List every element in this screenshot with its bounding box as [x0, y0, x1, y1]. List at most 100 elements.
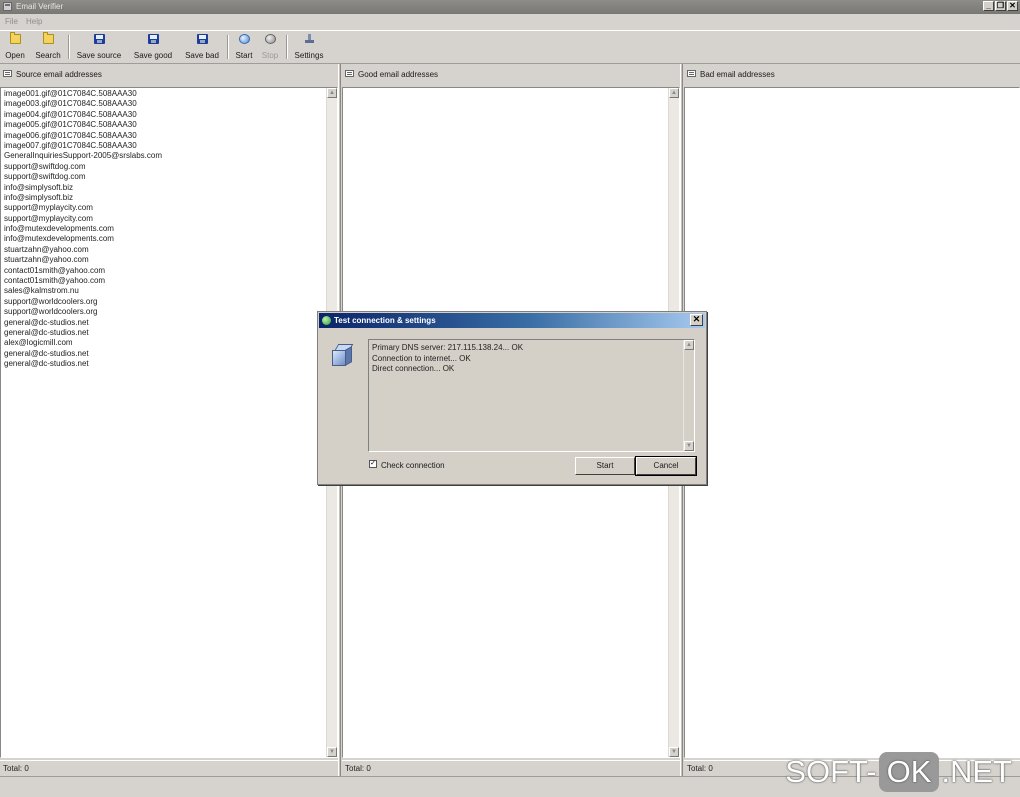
save-good-label: Save good [133, 51, 173, 60]
open-label: Open [5, 51, 25, 60]
window-title: Email Verifier [16, 2, 64, 11]
save-disk-icon [147, 34, 159, 44]
source-email-item[interactable]: GeneralInquiriesSupport-2005@srslabs.com [4, 151, 337, 161]
source-email-item[interactable]: support@worldcoolers.org [4, 307, 337, 317]
scroll-down-arrow-icon[interactable]: ▼ [684, 441, 694, 451]
dialog-cancel-button[interactable]: Cancel [635, 456, 697, 476]
good-status: Total: 0 [342, 760, 680, 776]
scroll-up-arrow-icon[interactable]: ▲ [669, 88, 679, 98]
dialog-close-button[interactable]: ✕ [690, 314, 703, 326]
source-email-item[interactable]: general@dc-studios.net [4, 318, 337, 328]
bad-panel-header: Bad email addresses [684, 64, 1020, 84]
minimize-button[interactable]: _ [983, 1, 994, 11]
stop-label: Stop [261, 51, 279, 60]
source-email-item[interactable]: stuartzahn@yahoo.com [4, 255, 337, 265]
source-email-item[interactable]: info@simplysoft.biz [4, 183, 337, 193]
source-email-item[interactable]: support@myplaycity.com [4, 203, 337, 213]
scroll-up-arrow-icon[interactable]: ▲ [327, 88, 337, 98]
source-email-item[interactable]: support@worldcoolers.org [4, 297, 337, 307]
close-button[interactable]: ✕ [1007, 1, 1018, 11]
settings-icon [304, 34, 315, 44]
source-panel-title: Source email addresses [16, 70, 102, 79]
toolbar-separator [227, 35, 229, 59]
source-total: Total: 0 [3, 764, 29, 773]
source-email-item[interactable]: support@swiftdog.com [4, 162, 337, 172]
stop-button[interactable]: Stop [259, 34, 281, 61]
start-button[interactable]: Start [232, 34, 256, 61]
dialog-app-icon [322, 316, 331, 325]
source-email-item[interactable]: alex@logicmill.com [4, 338, 337, 348]
bad-total: Total: 0 [687, 764, 713, 773]
source-email-item[interactable]: general@dc-studios.net [4, 328, 337, 338]
log-scrollbar[interactable]: ▲ ▼ [683, 340, 694, 451]
toolbar-separator [286, 35, 288, 59]
start-icon [238, 34, 250, 44]
check-connection-checkbox[interactable]: ✓ [369, 460, 377, 468]
bad-email-list[interactable] [684, 87, 1020, 758]
menu-file[interactable]: File [5, 17, 18, 26]
list-icon [345, 70, 354, 77]
source-email-item[interactable]: image004.gif@01C7084C.508AAA30 [4, 110, 337, 120]
log-line: Primary DNS server: 217.115.138.24... OK [372, 343, 524, 352]
menu-bar: File Help [0, 15, 1020, 28]
good-email-items [343, 88, 679, 89]
good-panel-title: Good email addresses [358, 70, 439, 79]
folder-open-icon [9, 32, 21, 44]
source-email-item[interactable]: info@mutexdevelopments.com [4, 224, 337, 234]
settings-button[interactable]: Settings [291, 34, 327, 61]
cube-icon [330, 342, 354, 368]
check-connection-label[interactable]: Check connection [381, 461, 445, 470]
source-email-item[interactable]: image001.gif@01C7084C.508AAA30 [4, 89, 337, 99]
scroll-down-arrow-icon[interactable]: ▼ [669, 747, 679, 757]
save-bad-button[interactable]: Save bad [182, 34, 222, 61]
dialog-title-bar[interactable]: Test connection & settings ✕ [319, 313, 705, 328]
save-source-label: Save source [76, 51, 122, 60]
good-panel-header: Good email addresses [342, 64, 680, 84]
list-icon [3, 70, 12, 77]
test-connection-dialog: Test connection & settings ✕ Primary DNS… [317, 311, 707, 485]
source-email-item[interactable]: contact01smith@yahoo.com [4, 266, 337, 276]
source-email-item[interactable]: support@swiftdog.com [4, 172, 337, 182]
list-icon [687, 70, 696, 77]
scroll-up-arrow-icon[interactable]: ▲ [684, 340, 694, 350]
start-label: Start [235, 51, 253, 60]
stop-icon [264, 34, 276, 44]
source-email-item[interactable]: image005.gif@01C7084C.508AAA30 [4, 120, 337, 130]
source-email-item[interactable]: support@myplaycity.com [4, 214, 337, 224]
save-disk-icon [196, 34, 208, 44]
save-source-button[interactable]: Save source [74, 34, 124, 61]
source-email-item[interactable]: contact01smith@yahoo.com [4, 276, 337, 286]
source-email-item[interactable]: image006.gif@01C7084C.508AAA30 [4, 131, 337, 141]
source-email-item[interactable]: image003.gif@01C7084C.508AAA30 [4, 99, 337, 109]
log-line: Connection to internet... OK [372, 353, 471, 363]
search-button[interactable]: Search [33, 32, 63, 61]
scroll-down-arrow-icon[interactable]: ▼ [327, 747, 337, 757]
connection-log[interactable]: Primary DNS server: 217.115.138.24... OK… [368, 339, 695, 452]
source-email-item[interactable]: info@simplysoft.biz [4, 193, 337, 203]
source-status: Total: 0 [0, 760, 338, 776]
source-email-item[interactable]: general@dc-studios.net [4, 349, 337, 359]
title-bar: Email Verifier _ ❐ ✕ [0, 0, 1020, 14]
menu-help[interactable]: Help [26, 17, 42, 26]
source-email-item[interactable]: general@dc-studios.net [4, 359, 337, 369]
source-email-item[interactable]: image007.gif@01C7084C.508AAA30 [4, 141, 337, 151]
search-label: Search [35, 51, 61, 60]
dialog-title: Test connection & settings [334, 316, 436, 325]
source-panel-header: Source email addresses [0, 64, 338, 84]
save-good-button[interactable]: Save good [130, 34, 176, 61]
source-email-item[interactable]: info@mutexdevelopments.com [4, 234, 337, 244]
restore-button[interactable]: ❐ [995, 1, 1006, 11]
dialog-start-button[interactable]: Start [575, 457, 635, 475]
source-email-item[interactable]: sales@kalmstrom.nu [4, 286, 337, 296]
toolbar-separator [68, 35, 70, 59]
watermark-left: SOFT- [785, 754, 877, 789]
bad-panel-title: Bad email addresses [700, 70, 775, 79]
source-email-list[interactable]: image001.gif@01C7084C.508AAA30 image003.g… [0, 87, 338, 758]
source-email-item[interactable]: stuartzahn@yahoo.com [4, 245, 337, 255]
log-line: Direct connection... OK [372, 364, 455, 373]
good-total: Total: 0 [345, 764, 371, 773]
open-button[interactable]: Open [3, 32, 27, 61]
folder-search-icon [42, 32, 54, 44]
watermark-ok: OK [878, 752, 940, 792]
settings-label: Settings [294, 51, 324, 60]
